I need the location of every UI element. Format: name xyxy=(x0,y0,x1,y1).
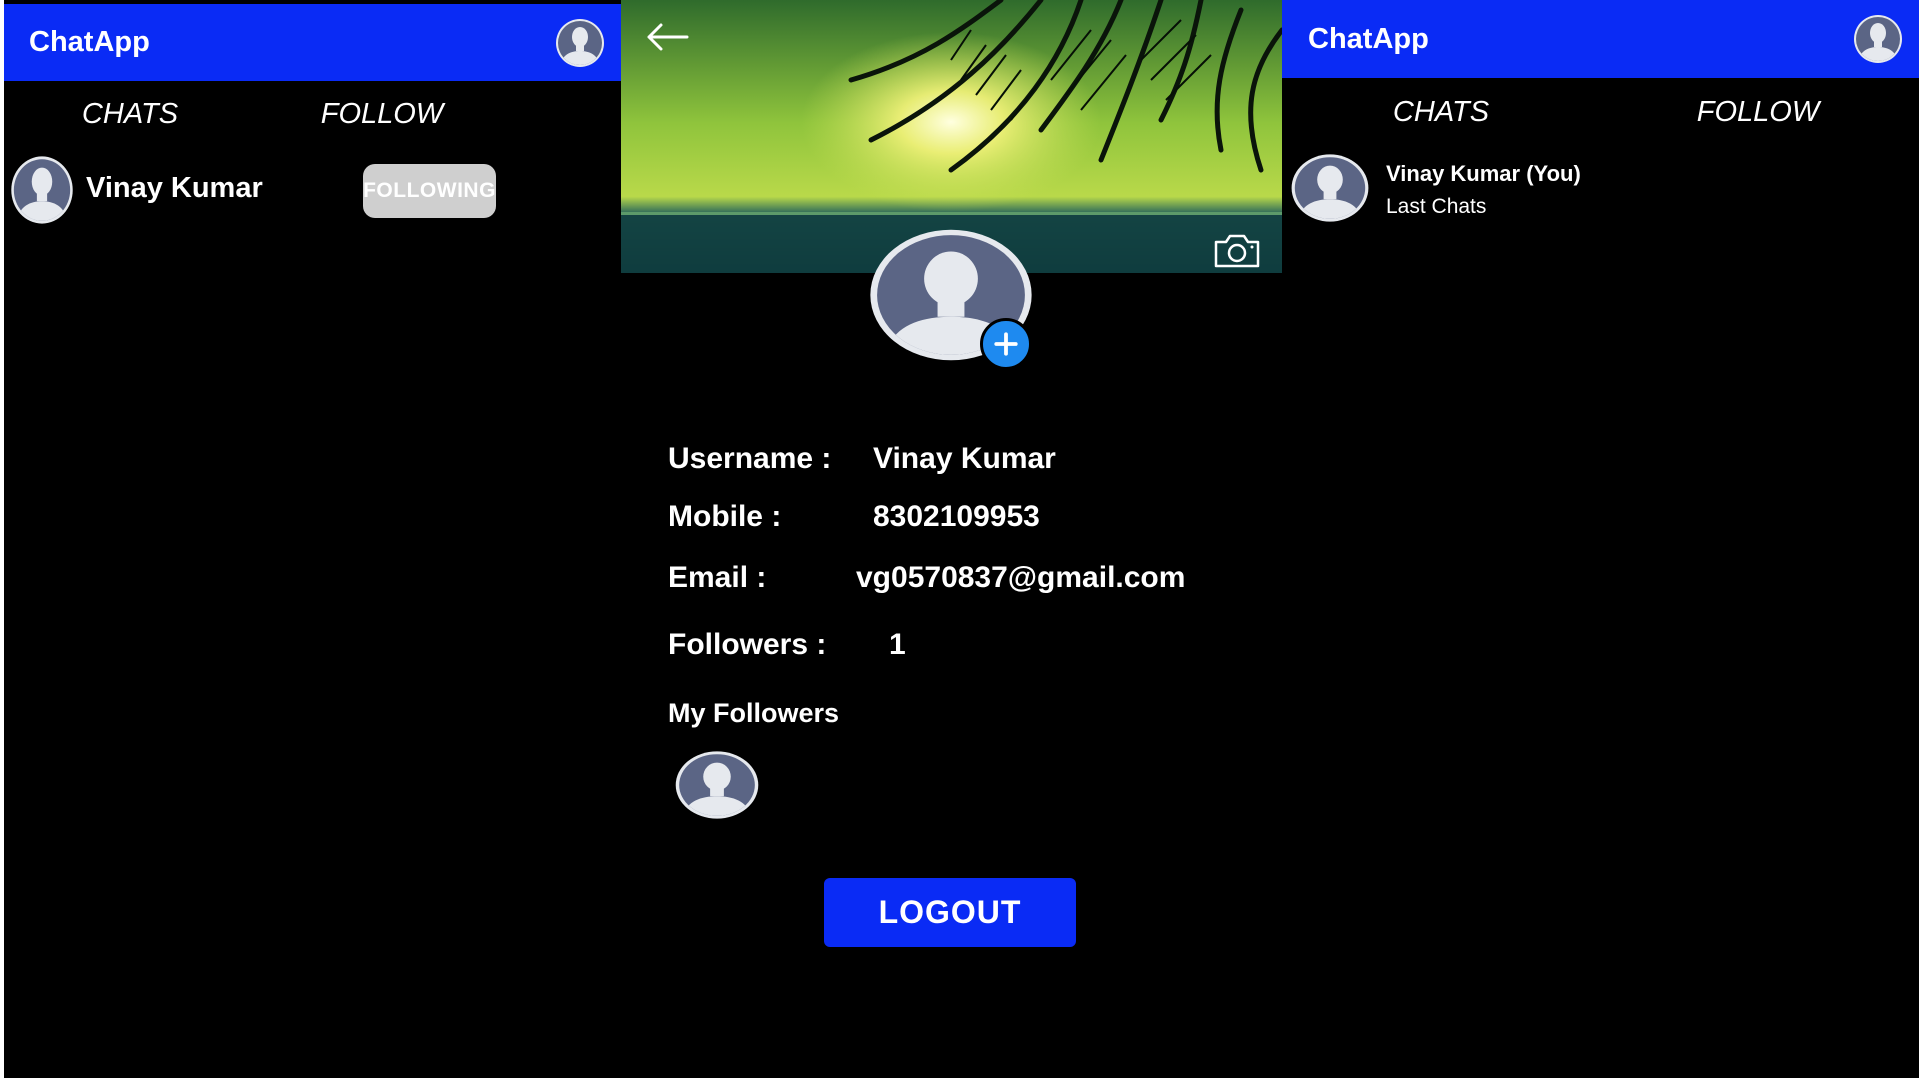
list-item[interactable]: Vinay Kumar FOLLOWING xyxy=(4,152,621,228)
email-label: Email : xyxy=(668,561,767,594)
user-name: Vinay Kumar xyxy=(86,172,263,204)
add-photo-button[interactable] xyxy=(980,318,1032,370)
profile-screen: Username : Vinay Kumar Mobile : 83021099… xyxy=(621,0,1282,1078)
app-bar: ChatApp xyxy=(1282,0,1919,78)
tab-follow[interactable]: FOLLOW xyxy=(1697,96,1819,129)
followers-count: 1 xyxy=(889,628,906,661)
follower-avatar-icon[interactable] xyxy=(674,750,760,820)
email-value: vg0570837@gmail.com xyxy=(856,561,1186,594)
app-bar: ChatApp xyxy=(4,4,621,81)
user-avatar-icon xyxy=(1290,153,1370,223)
chat-name: Vinay Kumar (You) xyxy=(1386,161,1581,186)
back-arrow-icon[interactable] xyxy=(645,22,689,52)
profile-avatar-icon[interactable] xyxy=(555,18,605,68)
mobile-value: 8302109953 xyxy=(873,500,1040,533)
logout-button[interactable]: LOGOUT xyxy=(824,878,1076,947)
profile-avatar-icon[interactable] xyxy=(1853,14,1903,64)
tab-chats[interactable]: CHATS xyxy=(1393,96,1489,129)
follow-screen: ChatApp CHATS FOLLOW Vinay Kumar FOLLOWI… xyxy=(4,0,621,1078)
user-avatar-icon xyxy=(10,155,74,225)
tab-follow[interactable]: FOLLOW xyxy=(321,98,443,131)
app-title: ChatApp xyxy=(29,26,150,58)
followers-label: Followers : xyxy=(668,628,827,661)
camera-icon[interactable] xyxy=(1212,232,1262,270)
mobile-label: Mobile : xyxy=(668,500,782,533)
chat-subtitle: Last Chats xyxy=(1386,195,1487,218)
username-value: Vinay Kumar xyxy=(873,442,1056,475)
chats-screen: ChatApp CHATS FOLLOW Vinay Kumar (You) L… xyxy=(1282,0,1919,1078)
tab-bar: CHATS FOLLOW xyxy=(4,84,621,144)
plus-icon xyxy=(994,332,1018,356)
following-button[interactable]: FOLLOWING xyxy=(363,164,496,218)
tab-chats[interactable]: CHATS xyxy=(82,98,178,131)
app-title: ChatApp xyxy=(1308,22,1429,55)
my-followers-heading: My Followers xyxy=(668,698,840,728)
username-label: Username : xyxy=(668,442,832,475)
tab-bar: CHATS FOLLOW xyxy=(1282,82,1919,142)
list-item[interactable]: Vinay Kumar (You) Last Chats xyxy=(1282,151,1919,227)
